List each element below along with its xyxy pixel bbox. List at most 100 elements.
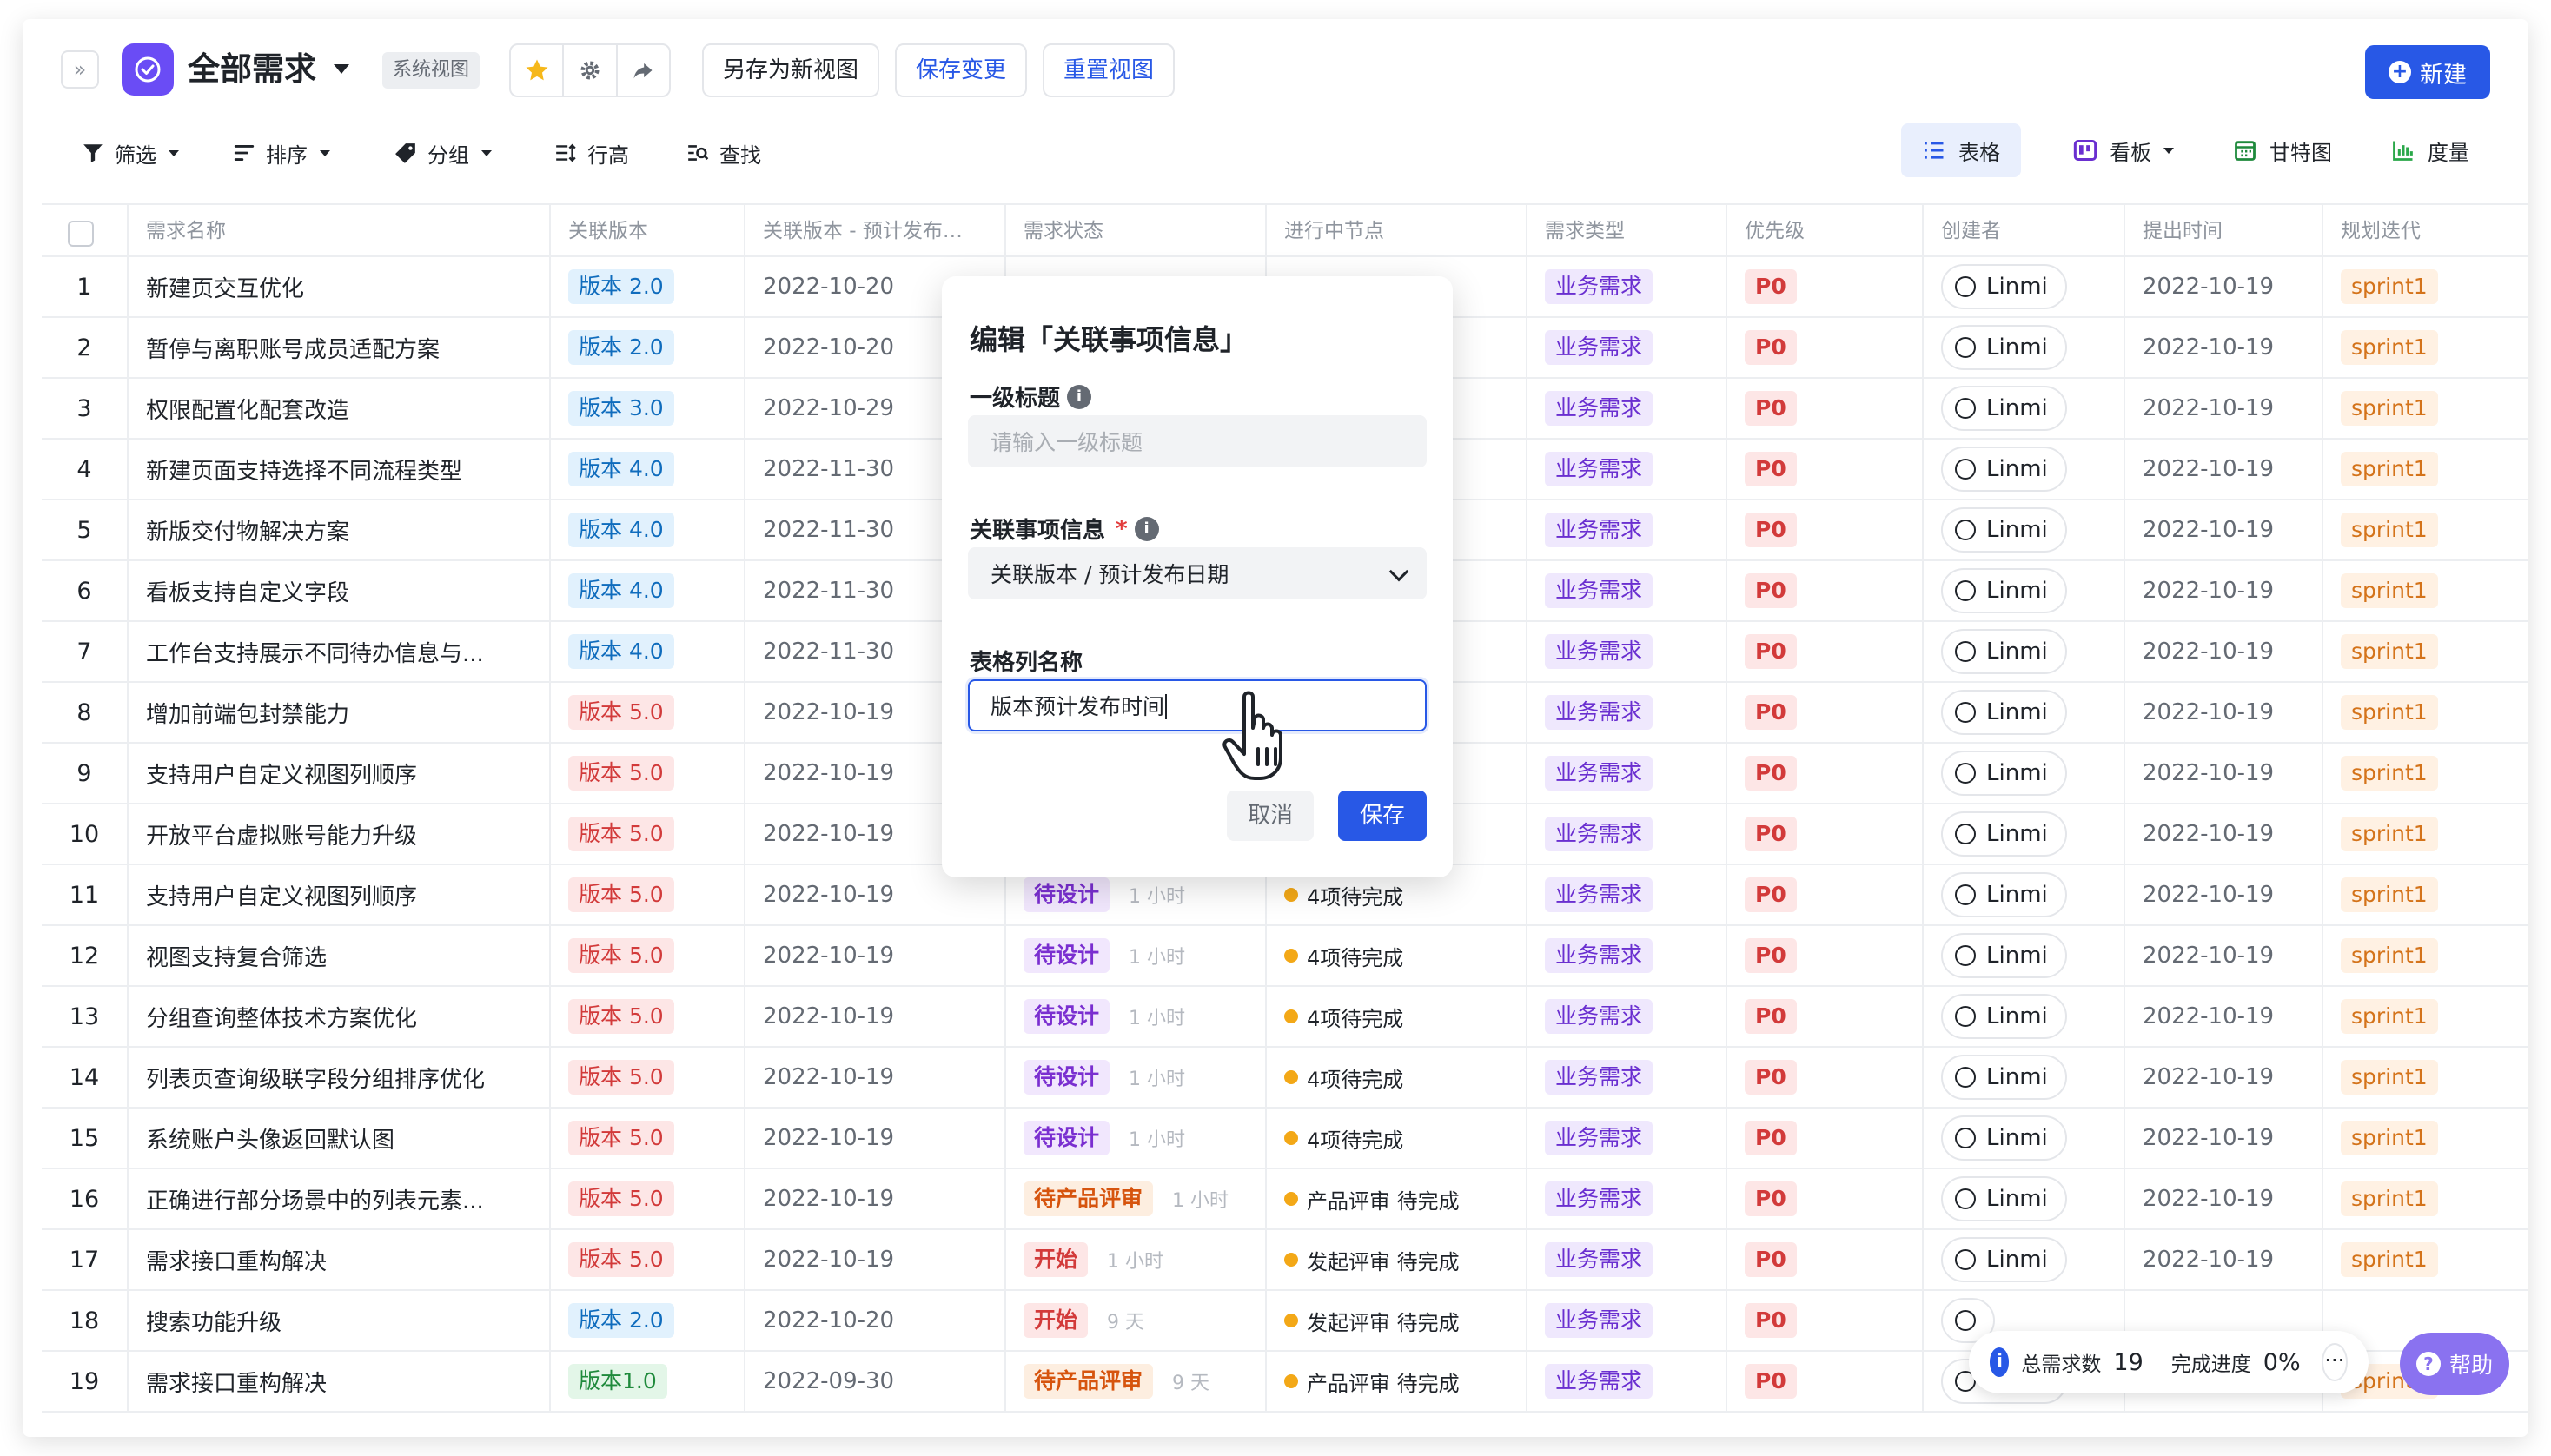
requirement-name[interactable]: 权限配置化配套改造 [127,379,549,438]
type-cell[interactable]: 业务需求 [1526,804,1726,864]
status-cell[interactable]: 待设计 1 小时 [1004,926,1265,985]
page-title[interactable]: 全部需求 [188,50,316,89]
requirement-name[interactable]: 工作台支持展示不同待办信息与... [127,622,549,681]
release-date-cell[interactable]: 2022-10-19 [744,987,1004,1046]
creator-chip[interactable]: Linmi [1941,811,2067,857]
column-header[interactable]: 优先级 [1726,205,1922,257]
sprint-cell[interactable]: sprint1 [2322,865,2528,924]
version-cell[interactable]: 版本 5.0 [549,1048,744,1107]
column-header[interactable]: 需求类型 [1526,205,1726,257]
sprint-cell[interactable]: sprint1 [2322,1048,2528,1107]
sprint-cell[interactable]: sprint1 [2322,1230,2528,1289]
creator-chip[interactable]: Linmi [1941,264,2067,309]
version-cell[interactable]: 版本 5.0 [549,865,744,924]
creator-chip[interactable]: Linmi [1941,933,2067,978]
creator-chip[interactable]: Linmi [1941,994,2067,1039]
cancel-button[interactable]: 取消 [1227,791,1314,841]
requirement-name[interactable]: 看板支持自定义字段 [127,561,549,620]
version-cell[interactable]: 版本 2.0 [549,318,744,377]
priority-cell[interactable]: P0 [1726,744,1922,803]
type-cell[interactable]: 业务需求 [1526,500,1726,559]
status-cell[interactable]: 开始 9 天 [1004,1291,1265,1350]
node-cell[interactable]: 产品评审 待完成 [1265,1169,1526,1228]
save-as-new-view-button[interactable]: 另存为新视图 [702,43,880,97]
priority-cell[interactable]: P0 [1726,926,1922,985]
release-date-cell[interactable]: 2022-10-19 [744,1048,1004,1107]
sprint-cell[interactable]: sprint1 [2322,257,2528,316]
release-date-cell[interactable]: 2022-09-30 [744,1352,1004,1411]
creator-cell[interactable]: Linmi [1922,440,2124,499]
requirement-name[interactable]: 分组查询整体技术方案优化 [127,987,549,1046]
created-cell[interactable]: 2022-10-19 [2124,1048,2322,1107]
creator-chip[interactable]: Linmi [1941,447,2067,492]
requirement-name[interactable]: 视图支持复合筛选 [127,926,549,985]
status-cell[interactable]: 待设计 1 小时 [1004,1048,1265,1107]
version-cell[interactable]: 版本 5.0 [549,1230,744,1289]
priority-cell[interactable]: P0 [1726,379,1922,438]
node-cell[interactable]: 4项待完成 [1265,1048,1526,1107]
creator-cell[interactable]: Linmi [1922,744,2124,803]
creator-chip[interactable]: Linmi [1941,751,2067,796]
created-cell[interactable]: 2022-10-19 [2124,1109,2322,1168]
priority-cell[interactable]: P0 [1726,987,1922,1046]
created-cell[interactable]: 2022-10-19 [2124,622,2322,681]
requirement-name[interactable]: 开放平台虚拟账号能力升级 [127,804,549,864]
requirement-name[interactable]: 支持用户自定义视图列顺序 [127,744,549,803]
version-cell[interactable]: 版本 2.0 [549,1291,744,1350]
related-info-select[interactable]: 关联版本 / 预计发布日期 [968,547,1427,599]
type-cell[interactable]: 业务需求 [1526,1230,1726,1289]
creator-cell[interactable]: Linmi [1922,926,2124,985]
type-cell[interactable]: 业务需求 [1526,683,1726,742]
view-tab-gantt[interactable]: 甘特图 [2212,123,2353,177]
table-row[interactable]: 16 正确进行部分场景中的列表元素... 版本 5.0 2022-10-19 待产品评审… [42,1169,2528,1230]
type-cell[interactable]: 业务需求 [1526,744,1726,803]
requirement-name[interactable]: 新建页面支持选择不同流程类型 [127,440,549,499]
requirement-name[interactable]: 正确进行部分场景中的列表元素... [127,1169,549,1228]
created-cell[interactable]: 2022-10-19 [2124,1230,2322,1289]
priority-cell[interactable]: P0 [1726,865,1922,924]
version-cell[interactable]: 版本 5.0 [549,1169,744,1228]
save-changes-button[interactable]: 保存变更 [895,43,1028,97]
creator-cell[interactable]: Linmi [1922,1169,2124,1228]
creator-chip[interactable]: Linmi [1941,325,2067,370]
version-cell[interactable]: 版本 5.0 [549,804,744,864]
created-cell[interactable]: 2022-10-19 [2124,379,2322,438]
requirement-name[interactable]: 列表页查询级联字段分组排序优化 [127,1048,549,1107]
creator-cell[interactable]: Linmi [1922,683,2124,742]
sprint-cell[interactable]: sprint1 [2322,987,2528,1046]
status-cell[interactable]: 待产品评审 9 天 [1004,1352,1265,1411]
info-icon[interactable]: i [1134,516,1159,541]
creator-cell[interactable]: Linmi [1922,804,2124,864]
column-header[interactable]: 创建者 [1922,205,2124,257]
creator-chip[interactable]: Linmi [1941,1055,2067,1100]
new-button[interactable]: + 新建 [2365,45,2490,99]
type-cell[interactable]: 业务需求 [1526,865,1726,924]
row-height-button[interactable]: 行高 [554,134,629,172]
creator-chip[interactable]: Linmi [1941,386,2067,431]
requirement-name[interactable]: 需求接口重构解决 [127,1230,549,1289]
priority-cell[interactable]: P0 [1726,804,1922,864]
column-header[interactable]: 关联版本 [549,205,744,257]
priority-cell[interactable]: P0 [1726,1048,1922,1107]
type-cell[interactable]: 业务需求 [1526,318,1726,377]
view-tab-metrics[interactable]: 度量 [2370,123,2490,177]
save-button[interactable]: 保存 [1338,791,1427,841]
version-cell[interactable]: 版本 5.0 [549,1109,744,1168]
star-icon[interactable] [511,45,562,96]
status-cell[interactable]: 待设计 1 小时 [1004,1109,1265,1168]
view-tab-kanban[interactable]: 看板 [2052,123,2195,177]
version-cell[interactable]: 版本 2.0 [549,257,744,316]
column-header[interactable]: 需求名称 [127,205,549,257]
sprint-cell[interactable]: sprint1 [2322,1169,2528,1228]
node-cell[interactable]: 产品评审 待完成 [1265,1352,1526,1411]
type-cell[interactable]: 业务需求 [1526,1169,1726,1228]
priority-cell[interactable]: P0 [1726,1230,1922,1289]
creator-cell[interactable]: Linmi [1922,622,2124,681]
priority-cell[interactable]: P0 [1726,561,1922,620]
sprint-cell[interactable]: sprint1 [2322,440,2528,499]
release-date-cell[interactable]: 2022-10-19 [744,1109,1004,1168]
type-cell[interactable]: 业务需求 [1526,1048,1726,1107]
version-cell[interactable]: 版本 4.0 [549,440,744,499]
created-cell[interactable]: 2022-10-19 [2124,744,2322,803]
priority-cell[interactable]: P0 [1726,257,1922,316]
